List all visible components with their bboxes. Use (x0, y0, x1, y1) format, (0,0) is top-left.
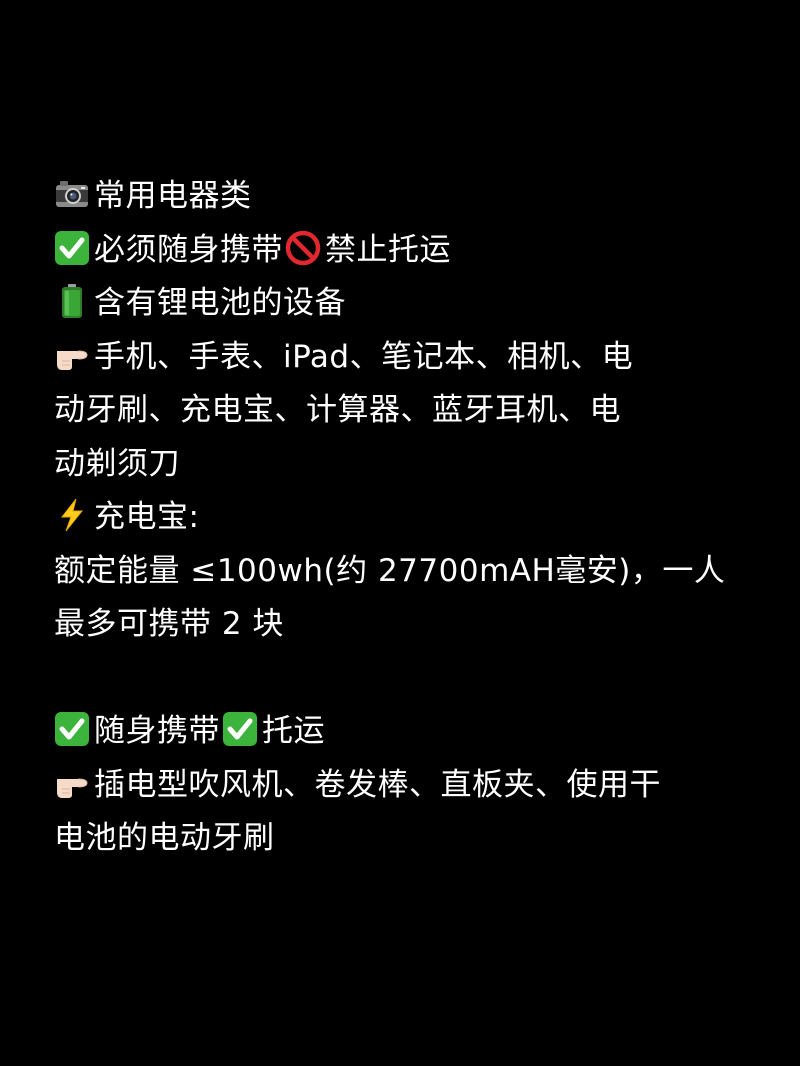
check-mark-button-icon (54, 230, 90, 266)
backhand-index-pointing-right-icon (54, 765, 90, 801)
check-mark-button-icon (54, 711, 90, 747)
battery-icon (54, 283, 90, 319)
devices-list-1: 手机、手表、iPad、笔记本、相机、电 (94, 338, 634, 375)
devices-list-line-2: 动牙刷、充电宝、计算器、蓝牙耳机、电 (54, 384, 754, 438)
backhand-index-pointing-right-icon (54, 337, 90, 373)
power-bank-rule-2: 最多可携带 2 块 (54, 606, 284, 642)
carry-on-text: 必须随身携带 (94, 231, 283, 268)
both-carry-text: 随身携带 (94, 713, 220, 749)
both-list-1: 插电型吹风机、卷发棒、直板夹、使用干 (94, 766, 661, 803)
prohibited-icon (285, 230, 321, 266)
power-bank-title-line: 充电宝: (54, 491, 754, 545)
power-bank-rule-line-1: 额定能量 ≤100wh(约 27700mAH毫安)，一人 (54, 545, 754, 599)
power-bank-rule-line-2: 最多可携带 2 块 (54, 598, 754, 652)
carry-on-line: 必须随身携带 禁止托运 (54, 224, 754, 278)
both-check-text: 托运 (262, 713, 325, 749)
devices-list-line-3: 动剃须刀 (54, 438, 754, 492)
high-voltage-icon (54, 497, 90, 533)
devices-list-2: 动牙刷、充电宝、计算器、蓝牙耳机、电 (54, 392, 621, 428)
no-checkin-text: 禁止托运 (325, 231, 451, 268)
power-bank-rule-1: 额定能量 ≤100wh(约 27700mAH毫安)，一人 (54, 552, 726, 589)
appliances-title: 常用电器类 (94, 178, 252, 214)
content: 常用电器类 必须随身携带 禁止托运 含有锂电池的设备 手机、手表、iPad、笔记… (54, 170, 754, 866)
check-mark-button-icon (222, 711, 258, 747)
camera-icon (54, 176, 90, 212)
appliances-title-line: 常用电器类 (54, 170, 754, 224)
power-bank-title: 充电宝: (94, 499, 200, 535)
both-allowed-line: 随身携带 托运 (54, 705, 754, 759)
lithium-devices-text: 含有锂电池的设备 (94, 285, 346, 321)
devices-list-line-1: 手机、手表、iPad、笔记本、相机、电 (54, 331, 754, 385)
both-list-2: 电池的电动牙刷 (54, 820, 275, 856)
lithium-devices-line: 含有锂电池的设备 (54, 277, 754, 331)
devices-list-3: 动剃须刀 (54, 445, 180, 482)
both-list-line-1: 插电型吹风机、卷发棒、直板夹、使用干 (54, 759, 754, 813)
both-list-line-2: 电池的电动牙刷 (54, 812, 754, 866)
